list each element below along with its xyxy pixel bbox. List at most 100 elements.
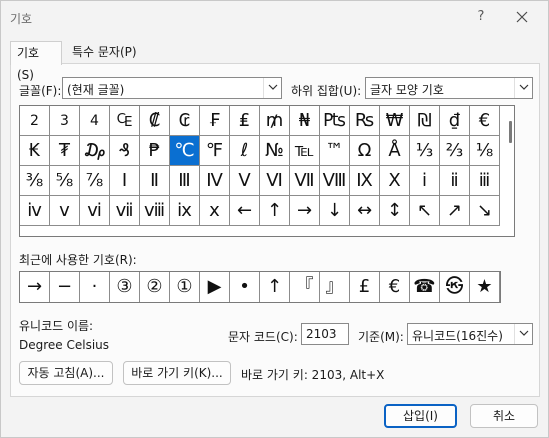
recent-symbol-cell[interactable]: 『 (290, 272, 320, 302)
symbol-cell[interactable]: Ⅶ (290, 166, 320, 196)
symbol-cell[interactable]: ₮ (50, 136, 80, 166)
help-button[interactable]: ? (471, 7, 491, 27)
close-button[interactable] (511, 6, 533, 28)
symbol-cell[interactable]: ℡ (290, 136, 320, 166)
symbol-cell[interactable]: ₨ (350, 106, 380, 136)
symbol-cell[interactable]: 3 (50, 106, 80, 136)
symbol-grid-scrollbar[interactable] (504, 106, 514, 236)
symbol-cell[interactable]: ₠ (110, 106, 140, 136)
symbol-cell[interactable]: ⅴ (50, 196, 80, 226)
symbol-cell[interactable]: ₩ (380, 106, 410, 136)
symbol-cell[interactable]: ₯ (80, 136, 110, 166)
symbol-cell[interactable]: Ⅳ (200, 166, 230, 196)
symbol-cell[interactable]: ⅸ (170, 196, 200, 226)
recent-symbol-cell[interactable]: 』 (320, 272, 350, 302)
shortcut-key-text: 바로 가기 키: 2103, Alt+X (241, 368, 385, 382)
subset-dropdown-arrow[interactable] (514, 78, 532, 98)
symbol-cell[interactable]: → (290, 196, 320, 226)
symbol-cell[interactable]: ↖ (410, 196, 440, 226)
recent-symbol-cell[interactable]: · (80, 272, 110, 302)
symbol-cell[interactable]: Å (380, 136, 410, 166)
symbol-cell[interactable]: Ⅷ (320, 166, 350, 196)
symbol-cell[interactable]: ₦ (290, 106, 320, 136)
recent-symbol-cell[interactable]: − (50, 272, 80, 302)
symbol-cell[interactable]: ↑ (260, 196, 290, 226)
symbol-cell[interactable]: Ⅹ (380, 166, 410, 196)
symbol-cell[interactable]: ↘ (470, 196, 500, 226)
recent-symbol-cell[interactable]: ① (170, 272, 200, 302)
tab-symbols[interactable]: 기호(S) (10, 41, 62, 82)
symbol-cell[interactable]: Ω (350, 136, 380, 166)
tab-special-characters[interactable]: 특수 문자(P) (66, 41, 143, 64)
symbol-cell[interactable]: ⅳ (20, 196, 50, 226)
recent-symbol-cell[interactable]: ② (140, 272, 170, 302)
font-dropdown-arrow[interactable] (263, 78, 281, 98)
from-dropdown-arrow[interactable] (514, 324, 532, 344)
symbol-cell[interactable]: ⅲ (470, 166, 500, 196)
scrollbar-thumb[interactable] (509, 121, 512, 143)
symbol-cell[interactable]: ⅜ (20, 166, 50, 196)
symbol-cell[interactable]: ⅹ (200, 196, 230, 226)
symbol-cell[interactable]: ⅔ (440, 136, 470, 166)
char-code-input[interactable]: 2103 (301, 323, 349, 345)
recent-symbol-cell[interactable]: ☎ (410, 272, 440, 302)
symbol-cell[interactable]: ⅰ (410, 166, 440, 196)
symbol-cell[interactable]: ↔ (350, 196, 380, 226)
symbol-cell[interactable]: ₪ (410, 106, 440, 136)
symbol-cell[interactable]: ⅶ (110, 196, 140, 226)
symbol-cell[interactable]: ↗ (440, 196, 470, 226)
symbol-cell[interactable]: 4 (80, 106, 110, 136)
symbol-cell[interactable]: Ⅱ (140, 166, 170, 196)
symbol-grid: ↘ ↗ ↖ ↕ ↔ ↓ → ↑ ← ⅹ ⅸ ⅷ ⅶ ⅵ ⅴ ⅳ ⅲ ⅱ ⅰ Ⅹ Ⅸ Ⅷ Ⅶ Ⅵ Ⅴ Ⅳ Ⅲ Ⅱ Ⅰ ⅞ ⅝ ⅜ ⅛ ⅔ ⅓ Å Ω ™ ℡ №… (19, 105, 515, 237)
cancel-button[interactable]: 취소 (470, 404, 538, 428)
symbol-cell[interactable]: ↓ (320, 196, 350, 226)
recent-symbol-cell[interactable]: → (20, 272, 50, 302)
symbol-cell[interactable]: ⅷ (140, 196, 170, 226)
symbol-cell[interactable]: ₭ (20, 136, 50, 166)
symbol-cell[interactable]: ₥ (260, 106, 290, 136)
recent-symbol-cell[interactable]: ↑ (260, 272, 290, 302)
symbol-cell[interactable]: ↕ (380, 196, 410, 226)
symbol-cell[interactable]: ₣ (200, 106, 230, 136)
symbol-cell[interactable]: № (260, 136, 290, 166)
symbol-cell[interactable]: ℃ (170, 136, 200, 166)
symbol-cell[interactable]: ⅛ (470, 136, 500, 166)
symbol-cell[interactable]: ← (230, 196, 260, 226)
insert-button[interactable]: 삽입(I) (384, 404, 457, 428)
symbol-cell[interactable]: ⅵ (80, 196, 110, 226)
symbol-cell[interactable]: ⅞ (80, 166, 110, 196)
symbol-cell[interactable]: Ⅲ (170, 166, 200, 196)
autocorrect-button[interactable]: 자동 고침(A)... (19, 361, 113, 385)
recent-symbol-cell[interactable]: ㉿ (440, 272, 470, 302)
symbol-cell[interactable]: Ⅴ (230, 166, 260, 196)
symbol-cell[interactable]: ₧ (320, 106, 350, 136)
from-select[interactable]: 유니코드(16진수) (407, 323, 533, 345)
title-bar: 기호 ? (1, 1, 548, 34)
symbol-cell[interactable]: ₰ (110, 136, 140, 166)
recent-symbol-cell[interactable]: ③ (110, 272, 140, 302)
symbol-cell[interactable]: ⅝ (50, 166, 80, 196)
symbol-cell[interactable]: Ⅰ (110, 166, 140, 196)
symbol-cell[interactable]: ™ (320, 136, 350, 166)
recent-symbol-cell[interactable]: ★ (470, 272, 500, 302)
symbol-cell[interactable]: ⅱ (440, 166, 470, 196)
symbol-cell[interactable]: € (470, 106, 500, 136)
symbol-cell[interactable]: ₤ (230, 106, 260, 136)
subset-select[interactable]: 글자 모양 기호 (365, 77, 533, 99)
recent-symbol-cell[interactable]: £ (350, 272, 380, 302)
symbol-cell[interactable]: ℓ (230, 136, 260, 166)
symbol-cell[interactable]: ℉ (200, 136, 230, 166)
font-select[interactable]: (현재 글꼴) (62, 77, 282, 99)
shortcut-key-button[interactable]: 바로 가기 키(K)... (123, 361, 231, 385)
recent-symbol-cell[interactable]: • (230, 272, 260, 302)
symbol-cell[interactable]: ⅓ (410, 136, 440, 166)
symbol-cell[interactable]: 2 (20, 106, 50, 136)
recent-symbol-cell[interactable]: ▶ (200, 272, 230, 302)
symbol-cell[interactable]: ₱ (140, 136, 170, 166)
symbol-cell[interactable]: ₢ (170, 106, 200, 136)
symbol-cell[interactable]: Ⅵ (260, 166, 290, 196)
symbol-cell[interactable]: Ⅸ (350, 166, 380, 196)
symbol-cell[interactable]: ₫ (440, 106, 470, 136)
symbol-cell[interactable]: ₡ (140, 106, 170, 136)
recent-symbol-cell[interactable]: € (380, 272, 410, 302)
